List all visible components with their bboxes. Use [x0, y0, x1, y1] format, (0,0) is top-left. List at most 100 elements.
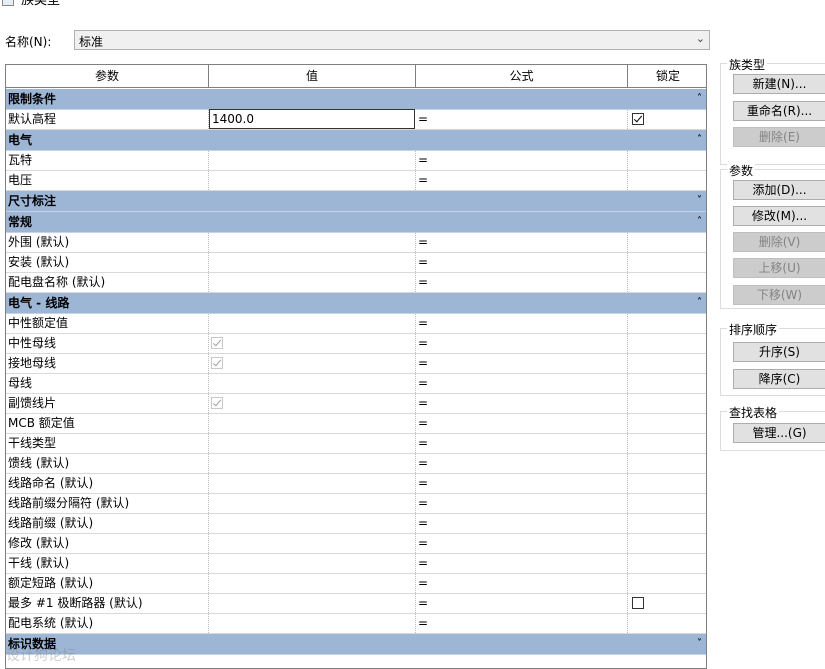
name-select[interactable]: 标准 ⌄ — [74, 30, 710, 50]
formula-cell[interactable]: = — [416, 374, 628, 393]
collapse-chevron-icon[interactable]: ˄ — [697, 89, 702, 109]
param-name-cell: MCB 额定值 — [6, 414, 209, 433]
lock-cell — [628, 454, 706, 473]
param-name-cell: 接地母线 — [6, 354, 209, 373]
param-name-cell: 最多 #1 极断路器 (默认) — [6, 594, 209, 613]
params-group: 参数 添加(D)... 修改(M)... 删除(V) 上移(U) 下移(W) — [720, 162, 825, 309]
delete-type-button[interactable]: 删除(E) — [733, 127, 825, 147]
value-cell[interactable] — [209, 233, 416, 252]
formula-cell[interactable]: = — [416, 514, 628, 533]
value-input[interactable]: 1400.0 — [209, 109, 415, 129]
value-cell[interactable] — [209, 273, 416, 292]
sort-ascending-button[interactable]: 升序(S) — [733, 342, 825, 362]
param-name-cell: 额定短路 (默认) — [6, 574, 209, 593]
move-down-button[interactable]: 下移(W) — [733, 285, 825, 305]
value-cell[interactable] — [209, 454, 416, 473]
formula-cell[interactable]: = — [416, 273, 628, 292]
group-header[interactable]: 标识数据 ˅ — [6, 634, 706, 655]
formula-cell[interactable]: = — [416, 253, 628, 272]
table-row: 额定短路 (默认) = — [6, 574, 706, 594]
group-header[interactable]: 电气 - 线路 ˄ — [6, 293, 706, 314]
rename-type-button[interactable]: 重命名(R)... — [733, 101, 825, 121]
value-cell[interactable] — [209, 514, 416, 533]
collapse-chevron-icon[interactable]: ˄ — [697, 212, 702, 232]
modify-param-button[interactable]: 修改(M)... — [733, 206, 825, 226]
add-param-button[interactable]: 添加(D)... — [733, 180, 825, 200]
column-header-value[interactable]: 值 — [209, 65, 416, 88]
move-up-button[interactable]: 上移(U) — [733, 258, 825, 278]
value-checkbox[interactable] — [211, 357, 223, 369]
table-row: 修改 (默认) = — [6, 534, 706, 554]
value-checkbox[interactable] — [211, 337, 223, 349]
chevron-down-icon: ⌄ — [695, 32, 705, 45]
group-header[interactable]: 常规 ˄ — [6, 212, 706, 233]
value-cell[interactable] — [209, 434, 416, 453]
group-header[interactable]: 电气 ˄ — [6, 130, 706, 151]
formula-cell[interactable]: = — [416, 614, 628, 633]
value-cell[interactable] — [209, 151, 416, 170]
collapse-chevron-icon[interactable]: ˄ — [697, 293, 702, 313]
window-title: 族类型 — [21, 0, 61, 8]
value-cell[interactable] — [209, 374, 416, 393]
formula-cell[interactable]: = — [416, 110, 628, 129]
formula-cell[interactable]: = — [416, 434, 628, 453]
formula-cell[interactable]: = — [416, 334, 628, 353]
lock-checkbox[interactable] — [632, 113, 644, 125]
formula-cell[interactable]: = — [416, 454, 628, 473]
formula-cell[interactable]: = — [416, 314, 628, 333]
lock-cell — [628, 494, 706, 513]
manage-lookup-button[interactable]: 管理...(G) — [733, 423, 825, 443]
formula-cell[interactable]: = — [416, 233, 628, 252]
param-name-cell: 默认高程 — [6, 110, 209, 129]
formula-cell[interactable]: = — [416, 414, 628, 433]
value-cell[interactable] — [209, 474, 416, 493]
expand-chevron-icon[interactable]: ˅ — [697, 634, 702, 654]
value-cell[interactable] — [209, 554, 416, 573]
value-cell[interactable] — [209, 394, 416, 413]
formula-cell[interactable]: = — [416, 151, 628, 170]
sort-order-title: 排序顺序 — [727, 321, 780, 338]
lock-cell — [628, 554, 706, 573]
value-cell[interactable] — [209, 314, 416, 333]
value-cell[interactable] — [209, 253, 416, 272]
lock-checkbox[interactable] — [632, 597, 644, 609]
group-header[interactable]: 限制条件 ˄ — [6, 89, 706, 110]
formula-cell[interactable]: = — [416, 594, 628, 613]
value-cell[interactable] — [209, 334, 416, 353]
column-header-formula[interactable]: 公式 — [416, 65, 628, 88]
value-cell[interactable] — [209, 171, 416, 190]
column-header-lock[interactable]: 锁定 — [628, 65, 706, 88]
name-label: 名称(N): — [5, 35, 52, 49]
lock-cell — [628, 171, 706, 190]
formula-cell[interactable]: = — [416, 394, 628, 413]
param-name-cell: 线路命名 (默认) — [6, 474, 209, 493]
sort-descending-button[interactable]: 降序(C) — [733, 369, 825, 389]
formula-cell[interactable]: = — [416, 474, 628, 493]
param-name-cell: 外围 (默认) — [6, 233, 209, 252]
value-cell[interactable] — [209, 534, 416, 553]
new-type-button[interactable]: 新建(N)... — [733, 74, 825, 94]
formula-cell[interactable]: = — [416, 354, 628, 373]
group-header[interactable]: 尺寸标注 ˅ — [6, 191, 706, 212]
formula-cell[interactable]: = — [416, 534, 628, 553]
value-cell[interactable] — [209, 414, 416, 433]
expand-chevron-icon[interactable]: ˅ — [697, 191, 702, 211]
formula-cell[interactable]: = — [416, 554, 628, 573]
value-cell[interactable] — [209, 354, 416, 373]
param-name-cell: 修改 (默认) — [6, 534, 209, 553]
formula-cell[interactable]: = — [416, 171, 628, 190]
value-cell[interactable] — [209, 614, 416, 633]
collapse-chevron-icon[interactable]: ˄ — [697, 130, 702, 150]
formula-cell[interactable]: = — [416, 494, 628, 513]
param-name-cell: 中性额定值 — [6, 314, 209, 333]
table-row: 电压 = — [6, 171, 706, 191]
table-row: 馈线 (默认) = — [6, 454, 706, 474]
lookup-table-group: 查找表格 管理...(G) — [720, 404, 825, 451]
delete-param-button[interactable]: 删除(V) — [733, 232, 825, 252]
column-header-param[interactable]: 参数 — [6, 65, 209, 88]
formula-cell[interactable]: = — [416, 574, 628, 593]
value-cell[interactable] — [209, 594, 416, 613]
value-cell[interactable] — [209, 494, 416, 513]
value-checkbox[interactable] — [211, 397, 223, 409]
value-cell[interactable] — [209, 574, 416, 593]
